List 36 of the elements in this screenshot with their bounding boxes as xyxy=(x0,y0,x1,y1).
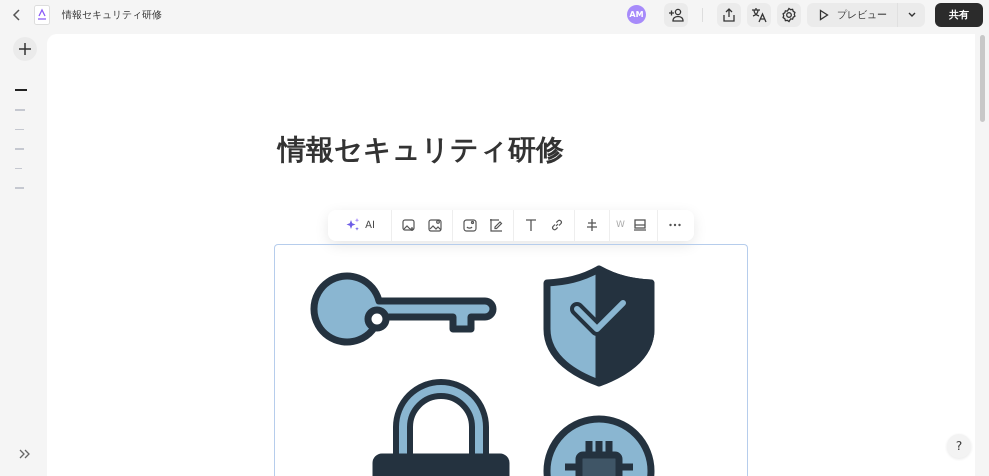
link-icon xyxy=(550,218,564,232)
outline-marker[interactable] xyxy=(14,89,26,91)
expand-icon[interactable] xyxy=(19,449,31,459)
sparkle-icon xyxy=(346,218,360,232)
outline-marker[interactable] xyxy=(14,187,24,188)
upload-icon xyxy=(721,6,737,22)
outline-marker[interactable] xyxy=(14,128,24,130)
chevron-down-icon xyxy=(906,10,916,18)
help-button[interactable]: ? xyxy=(947,434,971,458)
document-icon xyxy=(34,4,50,24)
share-button[interactable]: 共有 xyxy=(935,2,983,26)
settings-icon xyxy=(781,6,797,22)
translate-icon xyxy=(751,6,767,22)
crop-edit-icon xyxy=(488,218,503,232)
width-label: W xyxy=(616,220,625,230)
outline-marker[interactable] xyxy=(14,148,24,150)
upload-button[interactable] xyxy=(717,2,741,26)
add-user-icon xyxy=(668,6,684,22)
outline-marker[interactable] xyxy=(14,109,24,110)
document-heading: 情報セキュリティ研修 xyxy=(278,132,564,168)
align-center-icon xyxy=(584,218,599,232)
ai-button[interactable]: AI xyxy=(336,214,385,236)
layout-icon xyxy=(632,218,647,232)
plus-icon xyxy=(18,43,30,55)
settings-button[interactable] xyxy=(777,2,801,26)
document-title: 情報セキュリティ研修 xyxy=(62,8,162,22)
sticker-icon xyxy=(462,218,477,232)
text-icon xyxy=(524,218,538,232)
outline-marker[interactable] xyxy=(14,168,22,169)
play-icon xyxy=(819,8,829,20)
back-icon[interactable] xyxy=(12,8,22,20)
add-user-button[interactable] xyxy=(664,2,688,26)
translate-button[interactable] xyxy=(747,2,771,26)
add-button[interactable] xyxy=(12,37,36,61)
image-icon xyxy=(428,218,442,232)
image-add-icon xyxy=(402,218,416,232)
